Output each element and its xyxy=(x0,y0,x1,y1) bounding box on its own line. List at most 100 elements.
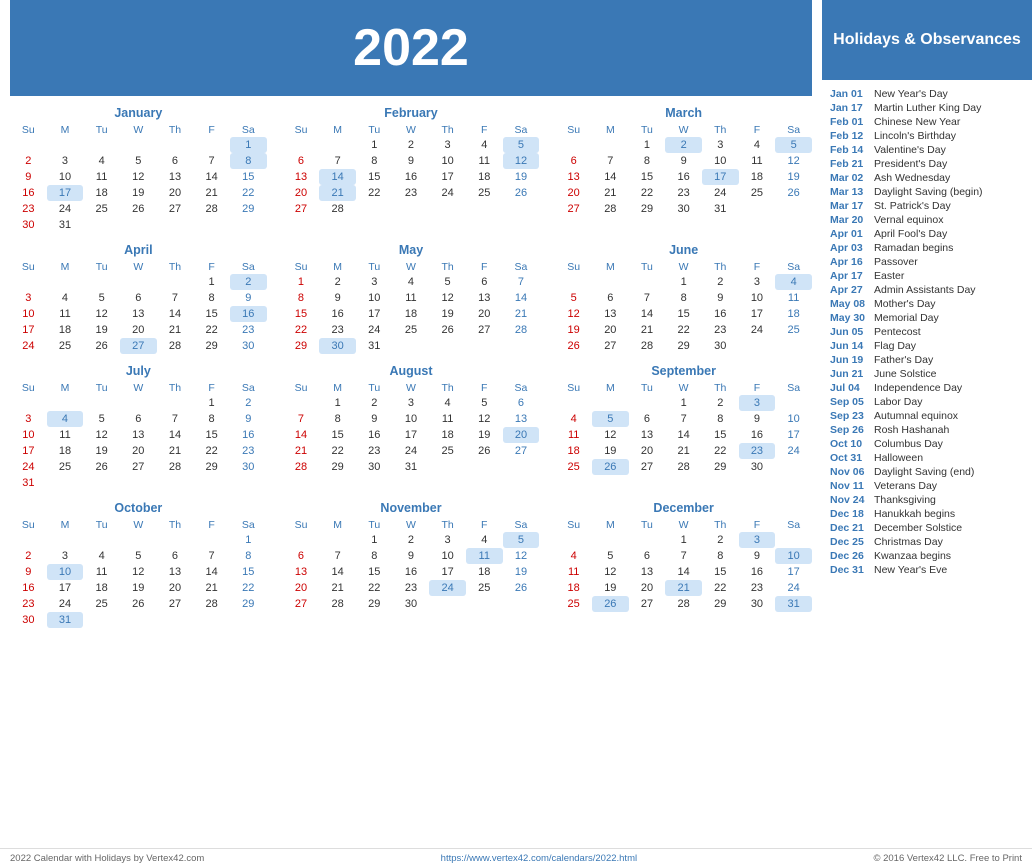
day-cell: 27 xyxy=(157,596,194,612)
weekday-header: F xyxy=(739,381,776,395)
day-cell: 29 xyxy=(283,338,320,354)
holiday-date: Jun 05 xyxy=(830,326,874,338)
day-cell: 8 xyxy=(356,153,393,169)
day-cell: 7 xyxy=(283,411,320,427)
day-cell: 4 xyxy=(739,137,776,153)
day-cell: 18 xyxy=(555,580,592,596)
month-title: October xyxy=(10,501,267,515)
month-title: August xyxy=(283,364,540,378)
day-cell: 4 xyxy=(466,532,503,548)
day-cell: 19 xyxy=(466,427,503,443)
holiday-name: Autumnal equinox xyxy=(874,410,958,422)
day-cell: 25 xyxy=(466,580,503,596)
day-cell: 7 xyxy=(665,548,702,564)
holiday-item: Oct 31Halloween xyxy=(830,452,1024,464)
day-cell: 6 xyxy=(120,411,157,427)
holiday-name: Christmas Day xyxy=(874,536,943,548)
holiday-item: Apr 16Passover xyxy=(830,256,1024,268)
day-cell xyxy=(193,217,230,233)
day-cell: 16 xyxy=(739,427,776,443)
day-cell: 5 xyxy=(83,411,120,427)
day-cell: 9 xyxy=(230,290,267,306)
day-cell: 3 xyxy=(429,532,466,548)
day-cell: 6 xyxy=(157,153,194,169)
day-cell: 12 xyxy=(555,306,592,322)
day-cell: 4 xyxy=(466,137,503,153)
day-cell: 31 xyxy=(775,596,812,612)
weekday-header: Th xyxy=(702,381,739,395)
day-cell: 28 xyxy=(592,201,629,217)
holiday-date: Jan 17 xyxy=(830,102,874,114)
day-cell xyxy=(283,395,320,411)
holiday-name: Rosh Hashanah xyxy=(874,424,949,436)
day-cell: 28 xyxy=(157,459,194,475)
weekday-header: W xyxy=(393,381,430,395)
day-cell: 9 xyxy=(10,169,47,185)
day-cell: 3 xyxy=(356,274,393,290)
month-table: SuMTuWThFSa12345678910111213141516171819… xyxy=(555,260,812,354)
day-cell: 9 xyxy=(393,153,430,169)
holiday-date: May 08 xyxy=(830,298,874,310)
day-cell: 14 xyxy=(592,169,629,185)
month-table: SuMTuWThFSa12345678910111213141516171819… xyxy=(555,123,812,217)
footer-url[interactable]: https://www.vertex42.com/calendars/2022.… xyxy=(441,853,637,864)
day-cell: 23 xyxy=(665,185,702,201)
day-cell: 15 xyxy=(629,169,666,185)
day-cell: 11 xyxy=(47,306,84,322)
holiday-item: Jun 21June Solstice xyxy=(830,368,1024,380)
day-cell: 13 xyxy=(120,427,157,443)
day-cell: 14 xyxy=(665,564,702,580)
day-cell: 25 xyxy=(775,322,812,338)
weekday-header: Su xyxy=(555,381,592,395)
day-cell: 29 xyxy=(702,596,739,612)
day-cell: 13 xyxy=(283,564,320,580)
holiday-item: Sep 05Labor Day xyxy=(830,396,1024,408)
weekday-header: Tu xyxy=(83,518,120,532)
day-cell xyxy=(629,274,666,290)
day-cell: 11 xyxy=(83,564,120,580)
holiday-item: Jan 17Martin Luther King Day xyxy=(830,102,1024,114)
day-cell: 22 xyxy=(193,443,230,459)
day-cell: 26 xyxy=(83,459,120,475)
day-cell xyxy=(120,532,157,548)
day-cell: 6 xyxy=(629,548,666,564)
weekday-header: F xyxy=(739,518,776,532)
day-cell xyxy=(283,137,320,153)
day-cell: 28 xyxy=(629,338,666,354)
day-cell xyxy=(10,395,47,411)
day-cell: 19 xyxy=(503,564,540,580)
day-cell: 16 xyxy=(393,564,430,580)
day-cell: 29 xyxy=(629,201,666,217)
weekday-header: F xyxy=(193,518,230,532)
day-cell: 19 xyxy=(555,322,592,338)
day-cell: 26 xyxy=(120,201,157,217)
weekday-header: W xyxy=(665,518,702,532)
day-cell: 2 xyxy=(702,274,739,290)
weekday-header: F xyxy=(466,381,503,395)
month-title: January xyxy=(10,106,267,120)
holiday-date: Jun 19 xyxy=(830,354,874,366)
day-cell: 9 xyxy=(319,290,356,306)
day-cell: 31 xyxy=(47,217,84,233)
day-cell: 15 xyxy=(230,169,267,185)
day-cell: 26 xyxy=(775,185,812,201)
day-cell: 15 xyxy=(193,427,230,443)
day-cell: 27 xyxy=(503,443,540,459)
day-cell: 20 xyxy=(120,443,157,459)
day-cell: 22 xyxy=(629,185,666,201)
holiday-date: Mar 02 xyxy=(830,172,874,184)
day-cell: 30 xyxy=(739,596,776,612)
day-cell: 3 xyxy=(47,153,84,169)
holiday-name: Hanukkah begins xyxy=(874,508,955,520)
day-cell: 12 xyxy=(429,290,466,306)
day-cell: 21 xyxy=(592,185,629,201)
month-title: April xyxy=(10,243,267,257)
weekday-header: Su xyxy=(555,260,592,274)
day-cell: 6 xyxy=(466,274,503,290)
day-cell: 25 xyxy=(555,459,592,475)
day-cell: 10 xyxy=(356,290,393,306)
day-cell: 13 xyxy=(503,411,540,427)
day-cell: 13 xyxy=(555,169,592,185)
day-cell: 26 xyxy=(466,443,503,459)
holiday-date: Feb 01 xyxy=(830,116,874,128)
